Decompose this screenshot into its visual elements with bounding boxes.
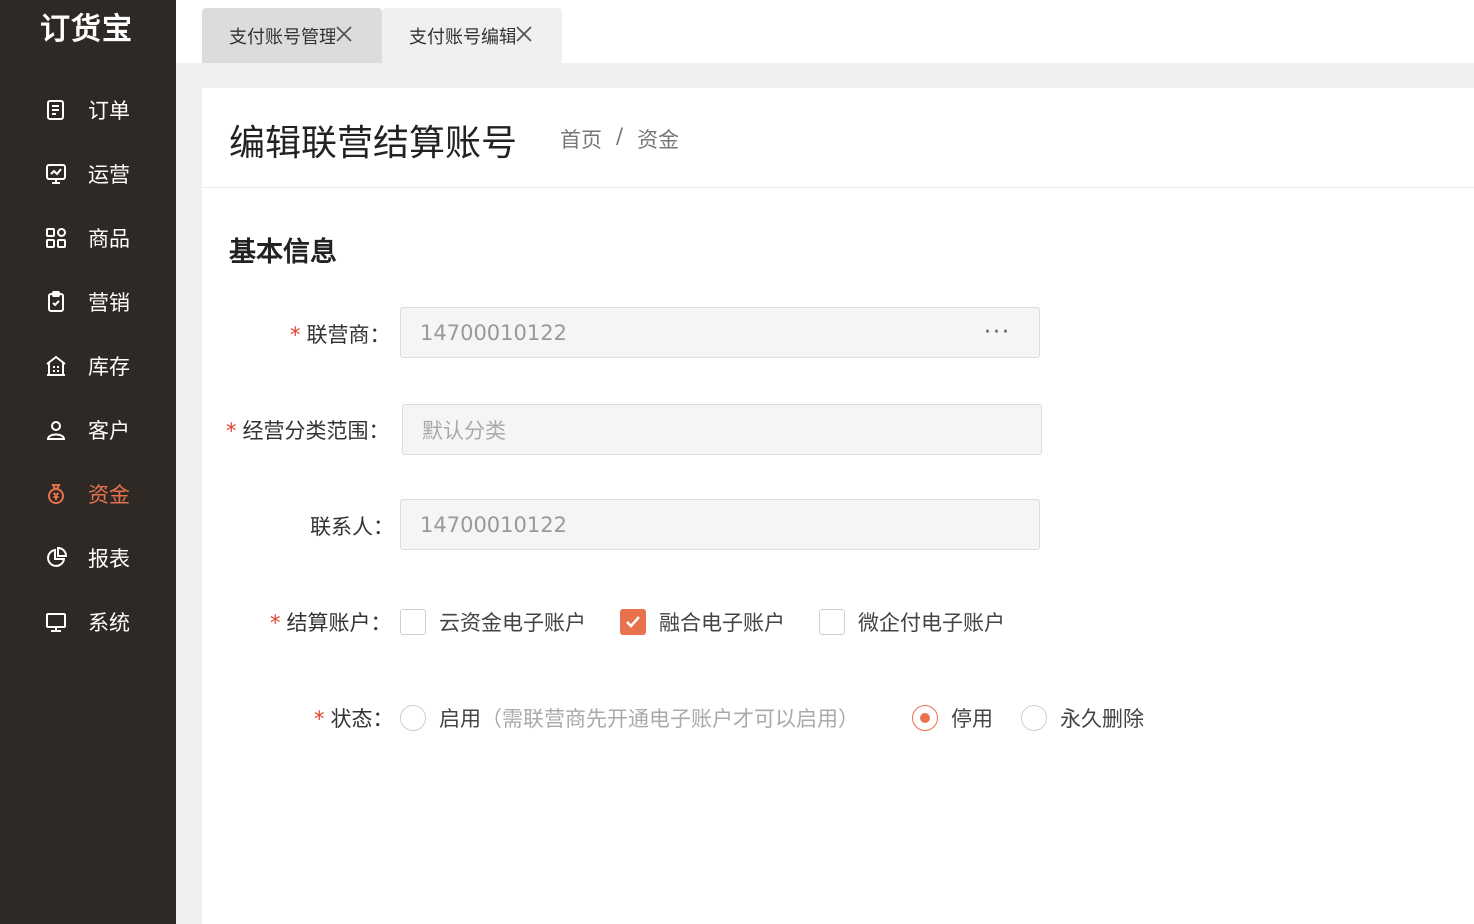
status-delete-label[interactable]: 永久删除	[1060, 703, 1144, 733]
sidebar-item-customers[interactable]: 客户	[0, 405, 176, 455]
account-weiqi-checkbox[interactable]	[819, 609, 845, 635]
sidebar-item-label: 库存	[88, 355, 130, 379]
account-fusion-label[interactable]: 融合电子账户	[659, 607, 785, 637]
sidebar-item-reports[interactable]: 报表	[0, 533, 176, 583]
status-label: * 状态：	[314, 707, 394, 731]
marketing-clipboard-icon	[42, 288, 70, 316]
sidebar-item-label: 资金	[88, 483, 130, 507]
sidebar: 订货宝 订单 运营 商品 营销 库存 客户 资金 报表 系统	[0, 0, 176, 924]
sidebar-item-products[interactable]: 商品	[0, 213, 176, 263]
status-enable-hint: （需联营商先开通电子账户才可以启用）	[481, 707, 859, 731]
status-disable-label[interactable]: 停用	[951, 703, 993, 733]
account-weiqi-label[interactable]: 微企付电子账户	[858, 607, 1005, 637]
order-icon	[42, 96, 70, 124]
sidebar-item-orders[interactable]: 订单	[0, 85, 176, 135]
breadcrumb-finance[interactable]: 资金	[637, 124, 679, 154]
account-fusion-checkbox[interactable]	[620, 609, 646, 635]
sidebar-item-label: 订单	[88, 99, 130, 123]
partner-label: * 联营商：	[290, 323, 391, 347]
contact-label: 联系人：	[310, 515, 394, 539]
sidebar-item-label: 运营	[88, 163, 130, 187]
check-icon	[626, 616, 640, 628]
operation-chart-icon	[42, 160, 70, 188]
sidebar-item-label: 商品	[88, 227, 130, 251]
contact-value: 14700010122	[420, 512, 567, 537]
category-label: * 经营分类范围：	[226, 419, 390, 443]
sidebar-item-finance[interactable]: 资金	[0, 469, 176, 519]
sidebar-item-system[interactable]: 系统	[0, 597, 176, 647]
account-label: * 结算账户：	[270, 611, 392, 635]
sidebar-item-inventory[interactable]: 库存	[0, 341, 176, 391]
app-logo: 订货宝	[40, 12, 133, 47]
page-header: 编辑联营结算账号 首页 / 资金	[202, 88, 1474, 188]
sidebar-item-label: 营销	[88, 291, 130, 315]
status-delete-radio[interactable]	[1021, 705, 1047, 731]
status-enable-radio[interactable]	[400, 705, 426, 731]
close-icon[interactable]	[514, 24, 534, 44]
product-grid-icon	[42, 224, 70, 252]
customer-user-icon	[42, 416, 70, 444]
account-cloud-checkbox[interactable]	[400, 609, 426, 635]
breadcrumb-separator: /	[616, 124, 624, 148]
status-disable-radio[interactable]	[912, 705, 938, 731]
category-field[interactable]: 默认分类	[402, 404, 1042, 455]
report-pie-icon	[42, 544, 70, 572]
sidebar-item-marketing[interactable]: 营销	[0, 277, 176, 327]
warehouse-icon	[42, 352, 70, 380]
partner-field[interactable]: 14700010122 ···	[400, 307, 1040, 358]
page-title: 编辑联营结算账号	[229, 123, 518, 164]
partner-value: 14700010122	[420, 320, 567, 345]
tab-payment-account-manage[interactable]: 支付账号管理	[202, 8, 382, 63]
tab-payment-account-edit[interactable]: 支付账号编辑	[382, 8, 562, 63]
more-icon[interactable]: ···	[984, 320, 1011, 345]
status-enable-label[interactable]: 启用（需联营商先开通电子账户才可以启用）	[439, 703, 859, 733]
breadcrumb: 首页 / 资金	[560, 124, 679, 154]
tab-bar: 支付账号管理 支付账号编辑	[176, 0, 1474, 63]
sidebar-item-label: 客户	[88, 419, 130, 443]
section-title: 基本信息	[229, 237, 337, 268]
close-icon[interactable]	[334, 24, 354, 44]
account-cloud-label[interactable]: 云资金电子账户	[439, 607, 586, 637]
category-placeholder: 默认分类	[422, 418, 506, 443]
breadcrumb-home[interactable]: 首页	[560, 124, 602, 154]
system-monitor-icon	[42, 608, 70, 636]
main-panel: 编辑联营结算账号 首页 / 资金 基本信息 * 联营商： 14700010122 …	[202, 88, 1474, 924]
sidebar-item-operation[interactable]: 运营	[0, 149, 176, 199]
sidebar-item-label: 报表	[88, 547, 130, 571]
money-bag-icon	[42, 480, 70, 508]
sidebar-item-label: 系统	[88, 611, 130, 635]
contact-field[interactable]: 14700010122	[400, 499, 1040, 550]
